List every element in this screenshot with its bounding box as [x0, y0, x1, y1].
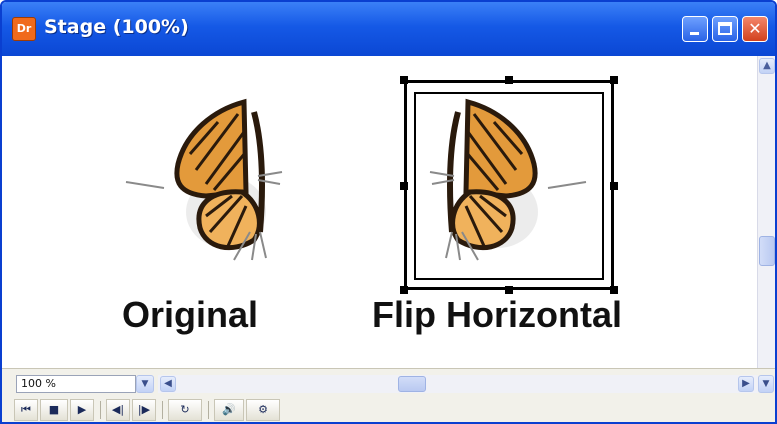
- play-button[interactable]: ▶: [70, 399, 94, 421]
- minimize-button[interactable]: [682, 16, 708, 42]
- loop-icon: ↻: [180, 403, 190, 416]
- speaker-icon: 🔊: [222, 403, 236, 416]
- stage-window: Dr Stage (100%) ✕ Original Flip Horizont…: [0, 0, 777, 424]
- step-back-button[interactable]: ◀|: [106, 399, 130, 421]
- chevron-down-icon[interactable]: ▼: [136, 375, 154, 393]
- scroll-left-arrow-icon[interactable]: ◀: [160, 376, 176, 392]
- play-icon: ▶: [77, 403, 87, 416]
- toolbar-separator: [100, 401, 101, 419]
- options-button[interactable]: ⚙: [246, 399, 280, 421]
- options-icon: ⚙: [258, 403, 268, 416]
- step-back-icon: ◀|: [111, 403, 125, 416]
- selection-inner-frame: [414, 92, 604, 280]
- stop-icon: ■: [48, 403, 60, 416]
- stop-button[interactable]: ■: [40, 399, 68, 421]
- caption-flip-horizontal: Flip Horizontal: [372, 294, 622, 335]
- horizontal-scrollbar[interactable]: ◀ ▶: [158, 375, 758, 393]
- resize-handle-middle-left[interactable]: [400, 182, 408, 190]
- maximize-icon: [718, 22, 732, 35]
- scroll-down-arrow-icon[interactable]: ▼: [758, 375, 774, 393]
- close-icon: ✕: [748, 19, 762, 38]
- status-bar: 100 % ▼ ◀ ▶ ▼ ⏮ ■ ▶ ◀| |▶ ↻ 🔊 ⚙: [2, 368, 775, 422]
- minimize-icon: [690, 32, 699, 35]
- horizontal-scroll-thumb[interactable]: [398, 376, 426, 392]
- resize-handle-bottom-left[interactable]: [400, 286, 408, 294]
- resize-handle-bottom-right[interactable]: [610, 286, 618, 294]
- vertical-scroll-thumb[interactable]: [759, 236, 775, 266]
- zoom-level-field[interactable]: 100 %: [16, 375, 136, 393]
- rewind-button[interactable]: ⏮: [14, 399, 38, 421]
- toolbar-separator: [162, 401, 163, 419]
- resize-handle-bottom-center[interactable]: [505, 286, 513, 294]
- maximize-button[interactable]: [712, 16, 738, 42]
- rewind-icon: ⏮: [21, 403, 31, 416]
- resize-handle-top-left[interactable]: [400, 76, 408, 84]
- title-bar[interactable]: Dr Stage (100%) ✕: [2, 2, 775, 56]
- resize-handle-middle-right[interactable]: [610, 182, 618, 190]
- window-title: Stage (100%): [44, 16, 189, 38]
- toolbar-separator: [208, 401, 209, 419]
- resize-handle-top-right[interactable]: [610, 76, 618, 84]
- vertical-scrollbar[interactable]: ▲: [757, 56, 775, 368]
- step-forward-icon: |▶: [137, 403, 151, 416]
- step-forward-button[interactable]: |▶: [132, 399, 156, 421]
- sound-button[interactable]: 🔊: [214, 399, 244, 421]
- app-icon: Dr: [12, 17, 36, 41]
- close-button[interactable]: ✕: [742, 16, 768, 42]
- butterfly-original-image: [125, 98, 283, 261]
- stage-canvas[interactable]: Original Flip Horizontal: [2, 56, 757, 368]
- scroll-up-arrow-icon[interactable]: ▲: [759, 58, 775, 74]
- scroll-right-arrow-icon[interactable]: ▶: [738, 376, 754, 392]
- resize-handle-top-center[interactable]: [505, 76, 513, 84]
- caption-original: Original: [122, 294, 259, 335]
- loop-button[interactable]: ↻: [168, 399, 202, 421]
